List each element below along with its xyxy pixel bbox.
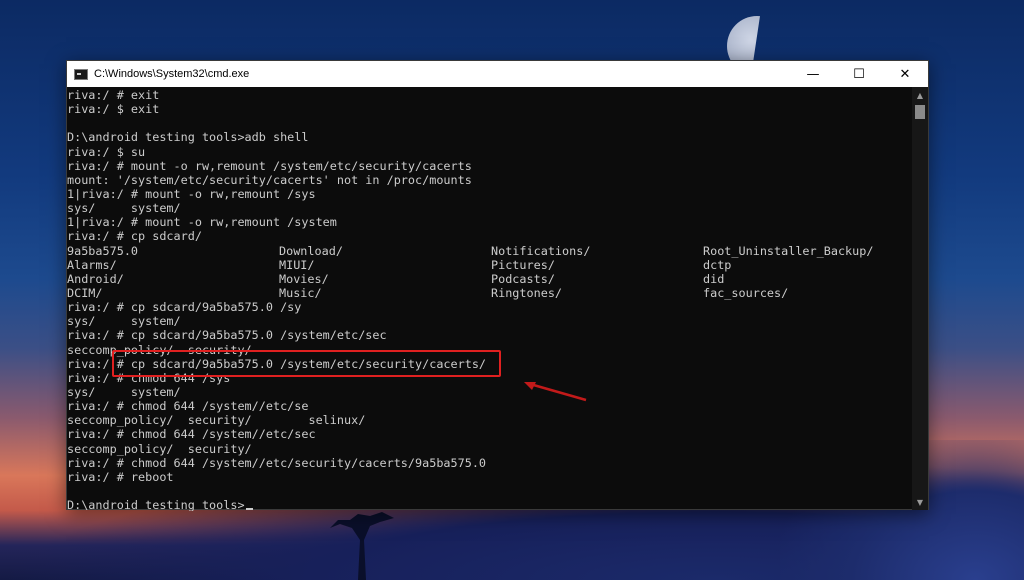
listing-entry: Pictures/ bbox=[491, 257, 555, 272]
listing-entry: fac_sources/ bbox=[703, 285, 789, 300]
listing-entry: Android/ bbox=[67, 271, 124, 286]
terminal-line-text: riva:/ # chmod 644 /system//etc/sec bbox=[67, 427, 316, 442]
terminal-line-text: riva:/ # cp sdcard/9a5ba575.0 /system/et… bbox=[67, 328, 387, 343]
tree-silhouette bbox=[330, 512, 394, 580]
red-arrow-annotation bbox=[524, 382, 587, 402]
terminal-line-text: riva:/ # cp sdcard/ bbox=[67, 229, 202, 244]
terminal-line: 1|riva:/ # mount -o rw,remount /system bbox=[67, 215, 913, 229]
terminal-line-text: riva:/ $ exit bbox=[67, 102, 160, 117]
highlight-box bbox=[112, 350, 501, 377]
terminal-line-text: sys/ system/ bbox=[67, 201, 181, 216]
window-title: C:\Windows\System32\cmd.exe bbox=[94, 68, 250, 80]
terminal-line: riva:/ # cp sdcard/ bbox=[67, 229, 913, 243]
listing-entry: DCIM/ bbox=[67, 285, 103, 300]
terminal-line: riva:/ $ su bbox=[67, 145, 913, 159]
terminal-line-text: sys/ system/ bbox=[67, 314, 181, 329]
listing-entry: Movies/ bbox=[279, 271, 329, 286]
terminal-output[interactable]: riva:/ # exit riva:/ $ exit D:\android tes… bbox=[67, 87, 913, 511]
listing-entry: Download/ bbox=[279, 243, 343, 258]
terminal-line: riva:/ # reboot bbox=[67, 470, 913, 484]
listing-entry: Music/ bbox=[279, 285, 322, 300]
terminal-line: riva:/ # chmod 644 /system//etc/sec bbox=[67, 427, 913, 441]
terminal-line-text: riva:/ # chmod 644 /system//etc/security… bbox=[67, 455, 487, 470]
minimize-button[interactable]: — bbox=[790, 61, 836, 87]
terminal-line: D:\android testing tools>adb shell bbox=[67, 130, 913, 144]
terminal-line: 1|riva:/ # mount -o rw,remount /sys bbox=[67, 187, 913, 201]
listing-row: Alarms/MIUI/Pictures/dctp bbox=[67, 258, 913, 272]
listing-entry: 9a5ba575.0 bbox=[67, 243, 139, 258]
listing-entry: Root_Uninstaller_Backup/ bbox=[703, 243, 874, 258]
scroll-down-icon[interactable]: ▼ bbox=[912, 494, 928, 510]
terminal-line: mount: '/system/etc/security/cacerts' no… bbox=[67, 173, 913, 187]
terminal-line: riva:/ # chmod 644 /system//etc/se bbox=[67, 399, 913, 413]
terminal-line: riva:/ # chmod 644 /system//etc/security… bbox=[67, 456, 913, 470]
terminal-line-text: seccomp_policy/ security/ selinux/ bbox=[67, 413, 366, 428]
terminal-line: D:\android testing tools> bbox=[67, 498, 913, 511]
terminal-line: seccomp_policy/ security/ selinux/ bbox=[67, 413, 913, 427]
title-bar[interactable]: C:\Windows\System32\cmd.exe — ☐ ✕ bbox=[67, 61, 928, 87]
listing-entry: Ringtones/ bbox=[491, 285, 563, 300]
terminal-line: riva:/ # exit bbox=[67, 88, 913, 102]
terminal-line: sys/ system/ bbox=[67, 314, 913, 328]
terminal-line: riva:/ # cp sdcard/9a5ba575.0 /sy bbox=[67, 300, 913, 314]
terminal-line-text: riva:/ # exit bbox=[67, 88, 160, 102]
maximize-button[interactable]: ☐ bbox=[836, 61, 882, 87]
terminal-line-text: riva:/ # chmod 644 /system//etc/se bbox=[67, 399, 309, 414]
terminal-line: sys/ system/ bbox=[67, 201, 913, 215]
terminal-line: sys/ system/ bbox=[67, 385, 913, 399]
vertical-scrollbar[interactable]: ▲ ▼ bbox=[912, 87, 928, 510]
terminal-line-text: seccomp_policy/ security/ bbox=[67, 441, 252, 456]
terminal-line-text: riva:/ $ su bbox=[67, 144, 146, 159]
terminal-line-text: mount: '/system/etc/security/cacerts' no… bbox=[67, 172, 472, 187]
terminal-line: seccomp_policy/ security/ bbox=[67, 442, 913, 456]
terminal-line: riva:/ # cp sdcard/9a5ba575.0 /system/et… bbox=[67, 328, 913, 342]
cmd-window[interactable]: C:\Windows\System32\cmd.exe — ☐ ✕ riva:/… bbox=[66, 60, 929, 511]
terminal-line: riva:/ # mount -o rw,remount /system/etc… bbox=[67, 159, 913, 173]
listing-entry: Alarms/ bbox=[67, 257, 117, 272]
listing-row: Android/Movies/Podcasts/did bbox=[67, 272, 913, 286]
window-controls: — ☐ ✕ bbox=[790, 61, 928, 87]
terminal-line-text: 1|riva:/ # mount -o rw,remount /sys bbox=[67, 186, 316, 201]
cmd-icon bbox=[74, 68, 88, 80]
listing-entry: Notifications/ bbox=[491, 243, 591, 258]
listing-entry: MIUI/ bbox=[279, 257, 315, 272]
scrollbar-thumb[interactable] bbox=[915, 105, 925, 119]
close-button[interactable]: ✕ bbox=[882, 61, 928, 87]
terminal-line-text: riva:/ # reboot bbox=[67, 469, 174, 484]
scroll-up-icon[interactable]: ▲ bbox=[912, 87, 928, 103]
text-cursor bbox=[245, 508, 253, 511]
terminal-line-text: sys/ system/ bbox=[67, 384, 181, 399]
terminal-line-text: D:\android testing tools> bbox=[67, 498, 245, 511]
terminal-line: riva:/ $ exit bbox=[67, 102, 913, 116]
listing-entry: did bbox=[703, 271, 725, 286]
terminal-line-text: riva:/ # cp sdcard/9a5ba575.0 /sy bbox=[67, 300, 302, 315]
terminal-line-text: D:\android testing tools>adb shell bbox=[67, 130, 309, 145]
listing-entry: Podcasts/ bbox=[491, 271, 555, 286]
terminal-line-text: 1|riva:/ # mount -o rw,remount /system bbox=[67, 215, 337, 230]
terminal-line-text: riva:/ # mount -o rw,remount /system/etc… bbox=[67, 158, 472, 173]
listing-row: 9a5ba575.0 Download/Notifications/Root_Un… bbox=[67, 244, 913, 258]
listing-row: DCIM/Music/Ringtones/fac_sources/ bbox=[67, 286, 913, 300]
listing-entry: dctp bbox=[703, 257, 732, 272]
